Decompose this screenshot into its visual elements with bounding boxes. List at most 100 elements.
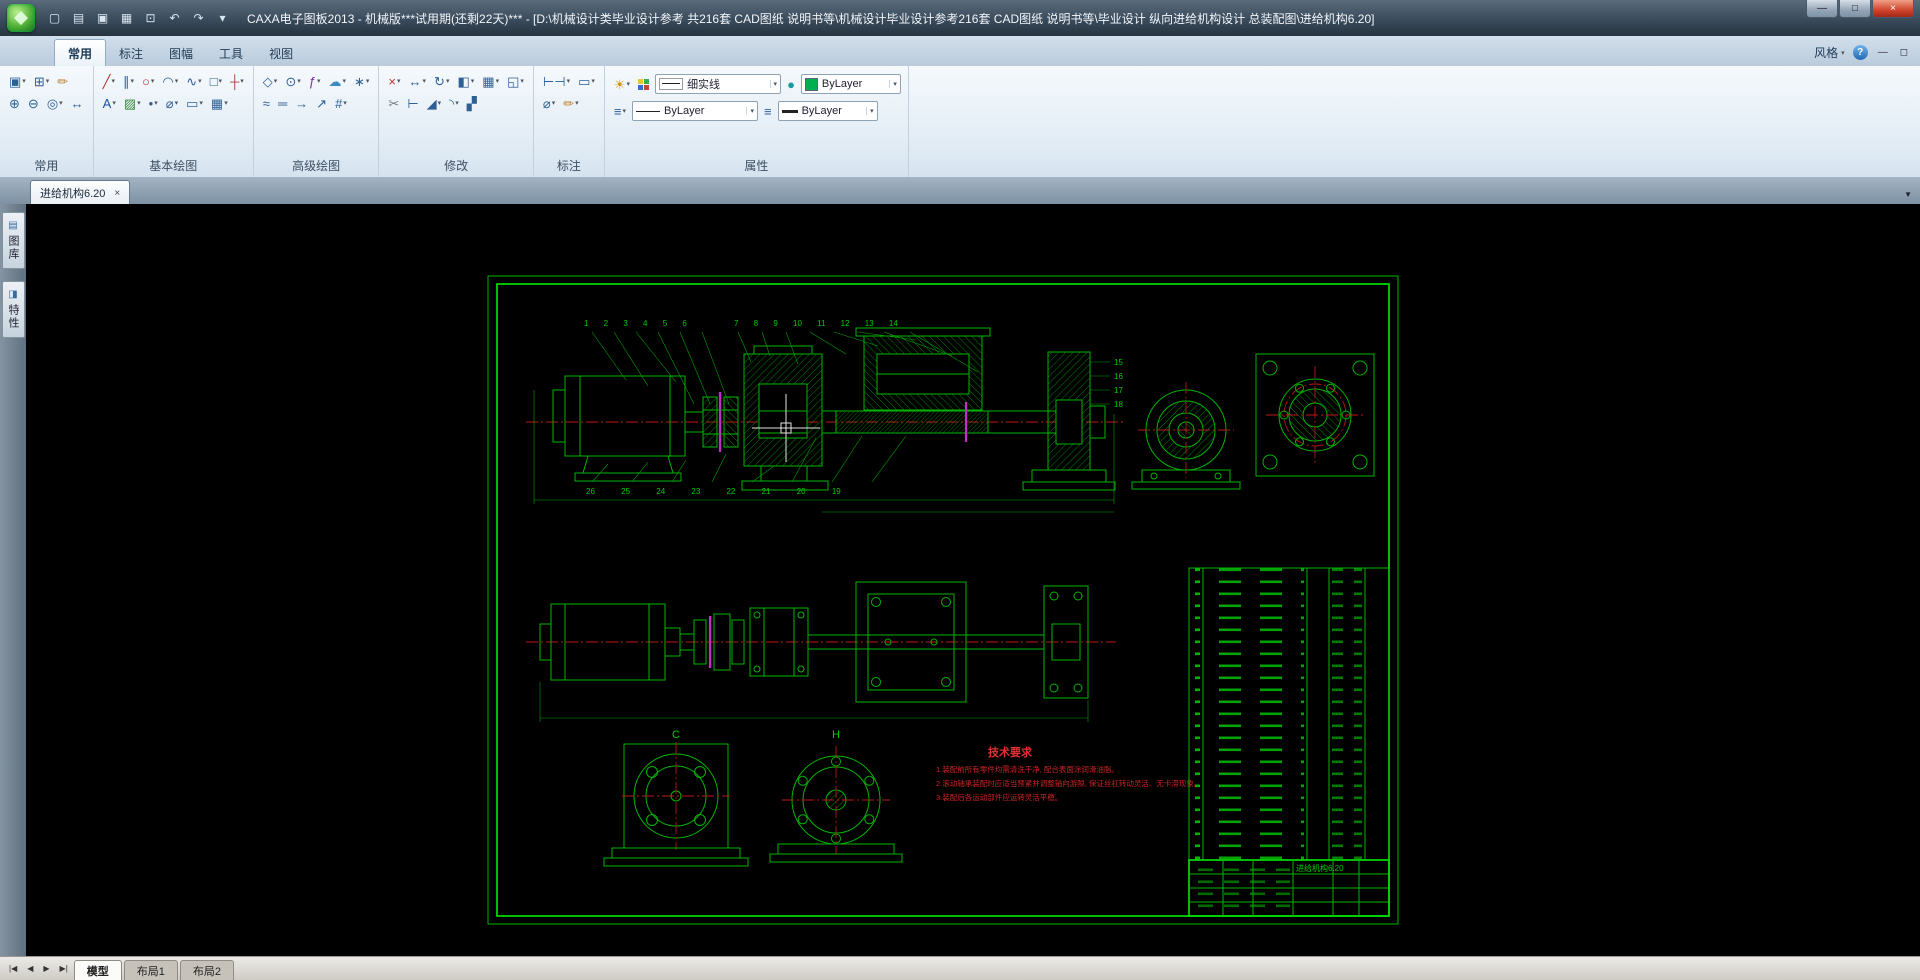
double-line-icon[interactable]: ═ bbox=[276, 96, 289, 111]
lineweight-icon[interactable]: ≡ bbox=[762, 104, 774, 119]
parallel-line-icon[interactable]: ∥ ▾ bbox=[121, 74, 136, 89]
customize-toolbar-icon[interactable]: ▾ bbox=[212, 9, 233, 28]
view-h: H bbox=[769, 729, 903, 863]
pan-icon[interactable]: ↔ bbox=[69, 96, 86, 111]
zoom-all-icon[interactable]: ◎ ▾ bbox=[45, 96, 65, 111]
save-icon[interactable]: ▣ bbox=[92, 9, 113, 28]
drawing-canvas[interactable]: 1 2 3 4 5 6 7 8 9 10 11 12 13 14 15 16 1… bbox=[26, 204, 1920, 956]
chamfer-icon[interactable]: ◢ ▾ bbox=[425, 96, 444, 111]
layer-color-icon[interactable] bbox=[636, 77, 651, 92]
last-sheet-icon[interactable]: ▶| bbox=[56, 962, 72, 975]
explode-icon[interactable]: ▞ bbox=[465, 96, 479, 111]
arrow-line-icon[interactable]: → bbox=[293, 96, 310, 111]
sheet-tab-布局1[interactable]: 布局1 bbox=[123, 959, 178, 980]
dimension-icon[interactable]: ⊢⊣ ▾ bbox=[541, 74, 572, 89]
panel-icon: ◨ bbox=[8, 289, 18, 300]
style-button[interactable]: 风格 ▾ bbox=[1814, 44, 1845, 61]
open-icon[interactable]: ▤ bbox=[68, 9, 89, 28]
doc-tab-scroll-icon[interactable]: ▼ bbox=[1900, 185, 1916, 204]
scale-icon[interactable]: ◱ ▾ bbox=[505, 74, 526, 89]
circle-icon[interactable]: ○ ▾ bbox=[140, 74, 156, 89]
new-icon[interactable]: ▢ bbox=[44, 9, 65, 28]
formula-curve-icon[interactable]: ƒ ▾ bbox=[307, 74, 323, 89]
help-icon[interactable]: ? bbox=[1852, 45, 1868, 60]
chevron-down-icon: ▾ bbox=[591, 78, 595, 85]
center-line-icon[interactable]: ┼ ▾ bbox=[228, 74, 246, 89]
ribbon-tab-视图[interactable]: 视图 bbox=[256, 40, 306, 66]
wave-line-icon[interactable]: ≈ bbox=[261, 96, 272, 111]
hole-axis-icon[interactable]: ⌀ ▾ bbox=[164, 96, 180, 111]
move-icon[interactable]: ↔ ▾ bbox=[407, 74, 429, 89]
first-sheet-icon[interactable]: |◀ bbox=[5, 962, 21, 975]
undo-icon[interactable]: ↶ bbox=[164, 9, 185, 28]
color-combo[interactable]: ByLayer ▾ bbox=[800, 74, 901, 94]
hatch-icon[interactable]: ▨ ▾ bbox=[122, 96, 143, 111]
chevron-down-icon: ▾ bbox=[566, 78, 571, 85]
leader-curve-icon[interactable]: ↗ bbox=[314, 96, 329, 111]
ellipse-icon[interactable]: ⊙ ▾ bbox=[283, 74, 302, 89]
close-window-button[interactable]: × bbox=[1872, 0, 1914, 18]
close-tab-icon[interactable]: × bbox=[114, 188, 120, 199]
paste-icon[interactable]: ▣ ▾ bbox=[7, 74, 28, 89]
layers-icon[interactable]: ≡ ▾ bbox=[612, 104, 628, 119]
sheet-tab-模型[interactable]: 模型 bbox=[73, 959, 122, 980]
text-icon[interactable]: A ▾ bbox=[101, 96, 118, 111]
copy-icon[interactable]: ⊞ ▾ bbox=[32, 74, 51, 89]
color-wheel-icon[interactable]: ● bbox=[785, 77, 797, 92]
rectangle-icon[interactable]: □ ▾ bbox=[208, 74, 224, 89]
ribbon-tab-工具[interactable]: 工具 bbox=[206, 40, 256, 66]
lineweight-combo[interactable]: ByLayer ▾ bbox=[777, 101, 878, 121]
group-label-标注: 标注 bbox=[556, 159, 581, 173]
polygon-icon[interactable]: ◇ ▾ bbox=[261, 74, 280, 89]
diameter-dim-icon[interactable]: ⌀ ▾ bbox=[541, 96, 557, 111]
mirror-icon[interactable]: ◧ ▾ bbox=[455, 74, 476, 89]
fillet-icon[interactable]: ◝ ▾ bbox=[447, 96, 461, 111]
chevron-down-icon: ▾ bbox=[575, 100, 579, 107]
chevron-down-icon: ▾ bbox=[174, 78, 179, 85]
ribbon-minimize-icon[interactable]: — bbox=[1876, 47, 1890, 58]
prev-sheet-icon[interactable]: ◀ bbox=[23, 962, 37, 975]
gear-icon[interactable]: ∗ ▾ bbox=[352, 74, 371, 89]
color-swatch bbox=[804, 77, 818, 91]
print-preview-icon[interactable]: ⊡ bbox=[140, 9, 161, 28]
document-tab-进给机构6.20[interactable]: 进给机构6.20 × bbox=[30, 180, 131, 204]
dim-style-icon[interactable]: ▭ ▾ bbox=[576, 74, 597, 89]
section-view-flange bbox=[1255, 353, 1375, 477]
minimize-window-button[interactable]: — bbox=[1806, 0, 1838, 18]
redo-icon[interactable]: ↷ bbox=[188, 9, 209, 28]
spline-icon[interactable]: ∿ ▾ bbox=[184, 74, 203, 89]
sidebar-tab-label: 特性 bbox=[7, 304, 19, 330]
array-icon[interactable]: ▦ ▾ bbox=[480, 74, 501, 89]
point-icon[interactable]: • ▾ bbox=[147, 96, 160, 111]
symbol-icon[interactable]: # ▾ bbox=[333, 96, 349, 111]
sheet-tab-布局2[interactable]: 布局2 bbox=[179, 959, 235, 980]
table-icon[interactable]: ▦ ▾ bbox=[209, 96, 230, 111]
layer-visibility-icon[interactable]: ☀ ▾ bbox=[612, 77, 632, 92]
line-icon[interactable]: ╱ ▾ bbox=[101, 74, 117, 89]
plan-view bbox=[526, 581, 1116, 722]
arc-icon[interactable]: ◠ ▾ bbox=[160, 74, 180, 89]
block-icon[interactable]: ▭ ▾ bbox=[184, 96, 205, 111]
ribbon-tab-常用[interactable]: 常用 bbox=[54, 39, 107, 66]
sidebar-tab-图库[interactable]: ▤ 图库 bbox=[1, 212, 25, 269]
revision-cloud-icon[interactable]: ☁ ▾ bbox=[326, 74, 348, 89]
caxa-logo-icon[interactable] bbox=[7, 4, 35, 32]
rotate-icon[interactable]: ↻ ▾ bbox=[432, 74, 451, 89]
zoom-out-icon[interactable]: ⊖ bbox=[26, 96, 41, 111]
linestyle-swatch bbox=[636, 110, 660, 112]
ribbon-tab-标注[interactable]: 标注 bbox=[106, 40, 156, 66]
sidebar-tab-特性[interactable]: ◨ 特性 bbox=[1, 281, 25, 338]
zoom-in-icon[interactable]: ⊕ bbox=[7, 96, 22, 111]
format-brush-icon[interactable]: ✏ bbox=[55, 74, 70, 89]
maximize-window-button[interactable]: □ bbox=[1839, 0, 1871, 18]
extend-icon[interactable]: ⊢ bbox=[405, 96, 420, 111]
dim-edit-icon[interactable]: ✏ ▾ bbox=[561, 96, 580, 111]
linestyle-combo[interactable]: ByLayer ▾ bbox=[632, 101, 758, 121]
ribbon-tab-图幅[interactable]: 图幅 bbox=[156, 40, 206, 66]
next-sheet-icon[interactable]: ▶ bbox=[39, 962, 53, 975]
erase-icon[interactable]: × ▾ bbox=[386, 74, 402, 89]
trim-icon[interactable]: ✂ bbox=[386, 96, 401, 111]
print-icon[interactable]: ▦ bbox=[116, 9, 137, 28]
linetype-combo[interactable]: 细实线 ▾ bbox=[655, 74, 782, 94]
ribbon-expand-icon[interactable]: ◻ bbox=[1898, 47, 1910, 58]
